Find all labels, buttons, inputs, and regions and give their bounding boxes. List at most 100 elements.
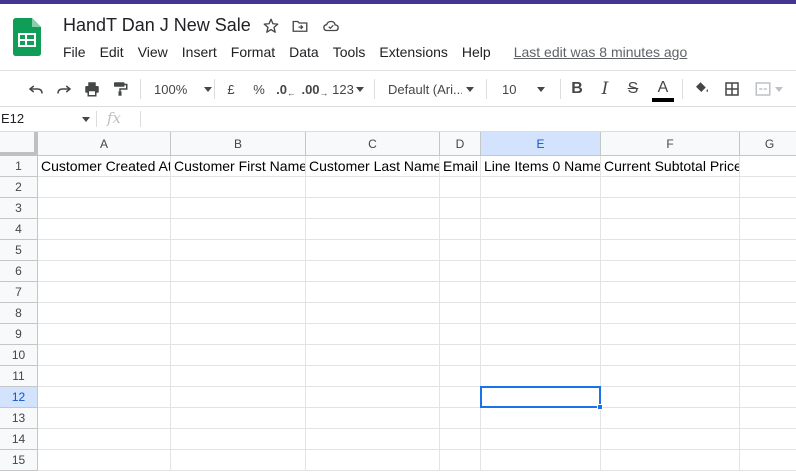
cell-e5[interactable] — [481, 240, 601, 261]
document-title[interactable]: HandT Dan J New Sale — [63, 15, 251, 36]
cell-a3[interactable] — [38, 198, 171, 219]
row-header-13[interactable]: 13 — [0, 408, 38, 429]
cell-b14[interactable] — [171, 429, 306, 450]
fill-handle[interactable] — [597, 404, 603, 410]
column-header-d[interactable]: D — [440, 132, 481, 156]
cell-e14[interactable] — [481, 429, 601, 450]
row-header-8[interactable]: 8 — [0, 303, 38, 324]
cell-e10[interactable] — [481, 345, 601, 366]
decrease-decimal-button[interactable]: .0 ← — [274, 71, 298, 107]
row-header-7[interactable]: 7 — [0, 282, 38, 303]
cell-g15[interactable] — [740, 450, 796, 471]
row-header-3[interactable]: 3 — [0, 198, 38, 219]
cell-a9[interactable] — [38, 324, 171, 345]
sheets-logo-icon[interactable] — [13, 18, 41, 56]
cell-d7[interactable] — [440, 282, 481, 303]
cell-f14[interactable] — [601, 429, 740, 450]
cell-f8[interactable] — [601, 303, 740, 324]
borders-icon[interactable] — [720, 71, 744, 107]
cell-d9[interactable] — [440, 324, 481, 345]
print-icon[interactable] — [80, 71, 104, 107]
cell-e9[interactable] — [481, 324, 601, 345]
fill-color-icon[interactable] — [690, 71, 714, 107]
cell-f10[interactable] — [601, 345, 740, 366]
menu-view[interactable]: View — [131, 42, 175, 62]
cell-f6[interactable] — [601, 261, 740, 282]
bold-button[interactable]: B — [566, 71, 588, 107]
zoom-select[interactable]: 100% — [148, 71, 213, 107]
cell-d14[interactable] — [440, 429, 481, 450]
last-edit-link[interactable]: Last edit was 8 minutes ago — [514, 44, 688, 60]
row-header-1[interactable]: 1 — [0, 156, 38, 177]
cell-d8[interactable] — [440, 303, 481, 324]
column-header-e[interactable]: E — [481, 132, 601, 156]
cell-a6[interactable] — [38, 261, 171, 282]
cell-c12[interactable] — [306, 387, 440, 408]
cell-e12[interactable] — [481, 387, 601, 408]
spreadsheet-grid[interactable]: A B C D E F G 1 Customer Created At Customer Firs… — [0, 132, 796, 476]
cell-c8[interactable] — [306, 303, 440, 324]
cell-g4[interactable] — [740, 219, 796, 240]
redo-icon[interactable] — [52, 71, 76, 107]
cell-a12[interactable] — [38, 387, 171, 408]
column-header-b[interactable]: B — [171, 132, 306, 156]
cell-c15[interactable] — [306, 450, 440, 471]
cell-c11[interactable] — [306, 366, 440, 387]
cell-f4[interactable] — [601, 219, 740, 240]
font-size-select[interactable]: 10 — [494, 71, 554, 107]
menu-insert[interactable]: Insert — [175, 42, 224, 62]
undo-icon[interactable] — [24, 71, 48, 107]
cell-g5[interactable] — [740, 240, 796, 261]
cell-c3[interactable] — [306, 198, 440, 219]
cell-g13[interactable] — [740, 408, 796, 429]
strikethrough-button[interactable]: S — [622, 71, 644, 107]
cell-c1[interactable]: Customer Last Name — [306, 156, 440, 177]
cell-g10[interactable] — [740, 345, 796, 366]
menu-help[interactable]: Help — [455, 42, 498, 62]
cell-b9[interactable] — [171, 324, 306, 345]
column-header-a[interactable]: A — [38, 132, 171, 156]
cell-g2[interactable] — [740, 177, 796, 198]
cell-b8[interactable] — [171, 303, 306, 324]
menu-data[interactable]: Data — [282, 42, 326, 62]
cell-b10[interactable] — [171, 345, 306, 366]
cell-a4[interactable] — [38, 219, 171, 240]
cell-d2[interactable] — [440, 177, 481, 198]
italic-button[interactable]: I — [594, 71, 616, 107]
row-header-14[interactable]: 14 — [0, 429, 38, 450]
cell-a5[interactable] — [38, 240, 171, 261]
cell-g8[interactable] — [740, 303, 796, 324]
paint-format-icon[interactable] — [108, 71, 132, 107]
cell-g1[interactable] — [740, 156, 796, 177]
menu-tools[interactable]: Tools — [326, 42, 373, 62]
cell-g14[interactable] — [740, 429, 796, 450]
cell-d15[interactable] — [440, 450, 481, 471]
cell-c2[interactable] — [306, 177, 440, 198]
cell-a14[interactable] — [38, 429, 171, 450]
cell-f15[interactable] — [601, 450, 740, 471]
cell-d3[interactable] — [440, 198, 481, 219]
cell-c6[interactable] — [306, 261, 440, 282]
cell-e6[interactable] — [481, 261, 601, 282]
cell-f5[interactable] — [601, 240, 740, 261]
cell-f2[interactable] — [601, 177, 740, 198]
cell-d1[interactable]: Email — [440, 156, 481, 177]
cloud-status-icon[interactable] — [321, 16, 341, 36]
merge-cells-icon[interactable] — [748, 71, 788, 107]
cell-b11[interactable] — [171, 366, 306, 387]
cell-c5[interactable] — [306, 240, 440, 261]
row-header-11[interactable]: 11 — [0, 366, 38, 387]
more-formats-button[interactable]: 123 — [330, 71, 366, 107]
star-icon[interactable] — [261, 16, 281, 36]
row-header-4[interactable]: 4 — [0, 219, 38, 240]
cell-b5[interactable] — [171, 240, 306, 261]
move-to-folder-icon[interactable] — [290, 16, 310, 36]
cell-f7[interactable] — [601, 282, 740, 303]
menu-edit[interactable]: Edit — [93, 42, 131, 62]
cell-c4[interactable] — [306, 219, 440, 240]
cell-a13[interactable] — [38, 408, 171, 429]
cell-g7[interactable] — [740, 282, 796, 303]
cell-b3[interactable] — [171, 198, 306, 219]
cell-f13[interactable] — [601, 408, 740, 429]
cell-d5[interactable] — [440, 240, 481, 261]
